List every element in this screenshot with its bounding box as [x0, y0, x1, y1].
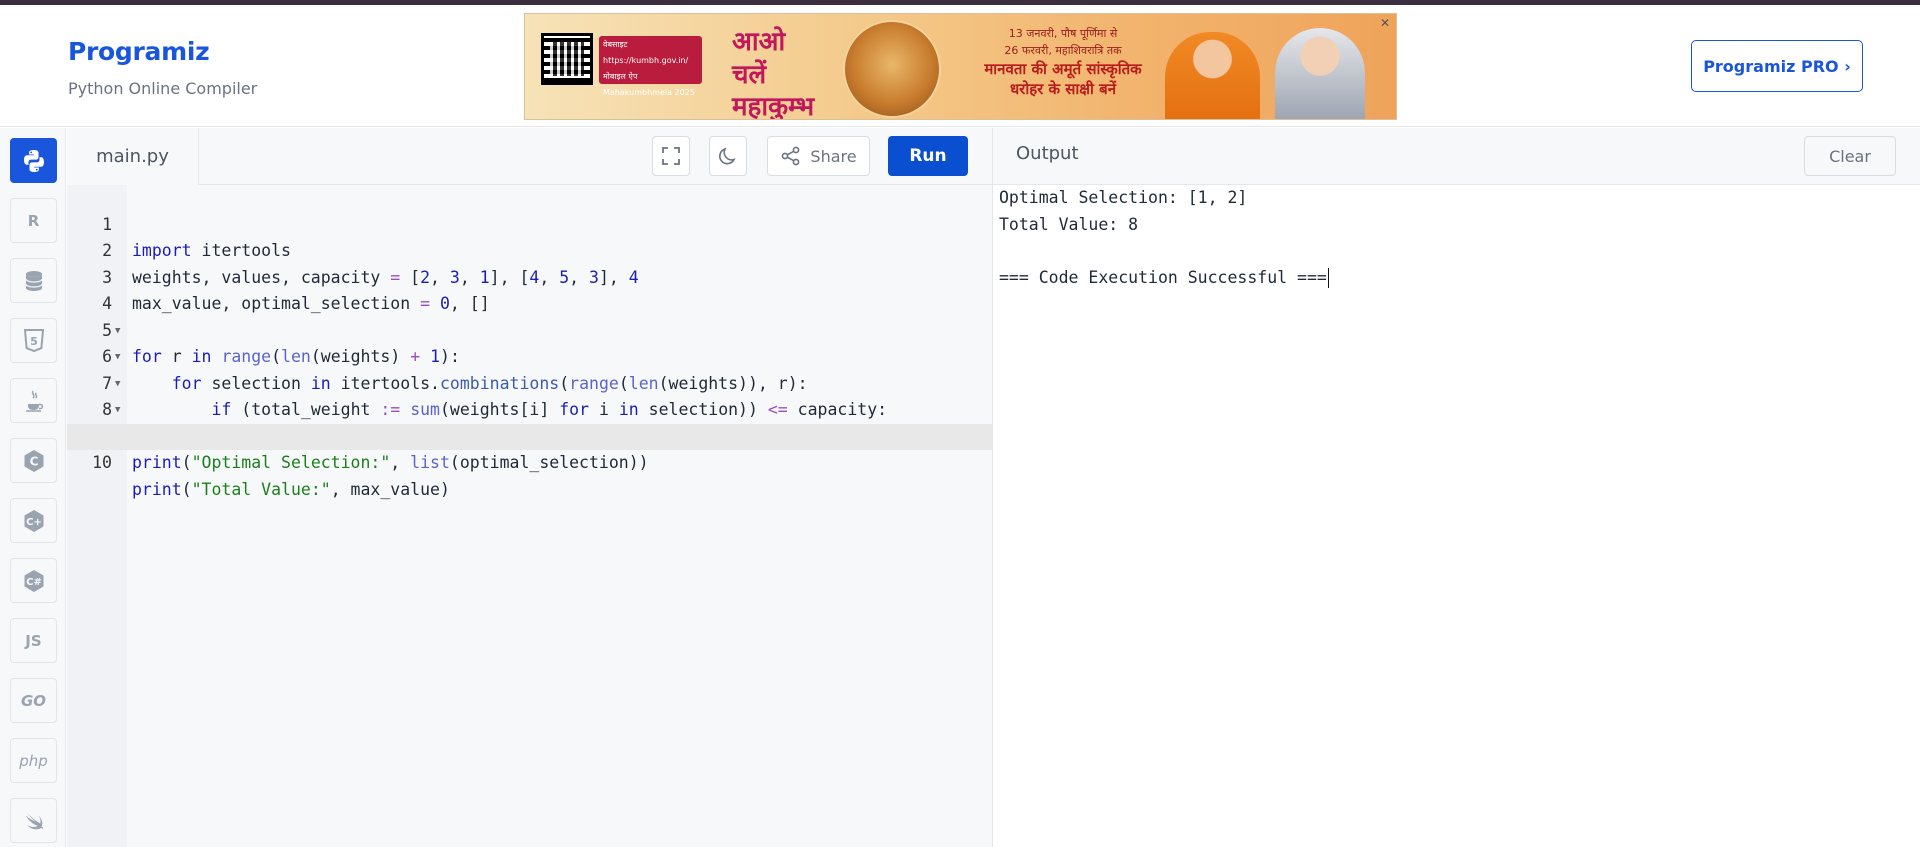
ad-person-photo	[1275, 28, 1365, 119]
sidebar-item-php[interactable]: php	[10, 738, 57, 783]
html5-icon: 5	[23, 328, 44, 352]
output-line: Optimal Selection: [1, 2]	[999, 188, 1248, 207]
code-line[interactable]: 7 ▼ if (total_val := sum(values[i] for i…	[67, 344, 992, 446]
database-icon	[24, 270, 43, 291]
language-sidebar: R 5 C C+ C# JS GO php	[0, 128, 66, 847]
code-line-active[interactable]: 10 print("Total Value:", max_value)	[67, 423, 992, 499]
java-cup-icon	[25, 390, 43, 412]
programiz-pro-button[interactable]: Programiz PRO ›	[1691, 40, 1863, 92]
csharp-hexagon-icon: C#	[24, 569, 43, 592]
text-caret	[1327, 268, 1329, 288]
header: Programiz Python Online Compiler वेबसाइट…	[0, 5, 1920, 127]
output-panel: Output Clear Optimal Selection: [1, 2] T…	[992, 128, 1920, 847]
ad-text-line: मानवता की अमूर्त सांस्कृतिक	[984, 60, 1142, 78]
php-icon: php	[19, 751, 48, 770]
share-button[interactable]: Share	[767, 136, 870, 176]
fullscreen-icon	[662, 147, 680, 165]
ad-title: आओ चलें महाकुम्भ	[732, 27, 815, 120]
output-line-text: === Code Execution Successful ===	[999, 267, 1327, 287]
ad-text-line: 26 फरवरी, महाशिवरात्रि तक	[1004, 43, 1122, 57]
clear-button[interactable]: Clear	[1804, 136, 1896, 176]
sidebar-item-go[interactable]: GO	[10, 678, 57, 723]
ad-box-line: वेबसाइट	[603, 40, 628, 49]
ad-close-icon[interactable]: ✕	[1360, 16, 1390, 36]
r-icon: R	[27, 211, 40, 230]
cpp-hexagon-icon: C+	[24, 509, 43, 532]
sidebar-item-swift[interactable]	[10, 798, 57, 843]
js-icon: JS	[25, 631, 42, 650]
code-line[interactable]: 6 ▼ if (total_weight := sum(weights[i] f…	[67, 318, 992, 419]
editor-toolbar: main.py Share Run	[67, 128, 992, 185]
code-editor-panel: main.py Share Run 1 import itertools 2 w…	[67, 128, 992, 847]
sidebar-item-r[interactable]: R	[10, 198, 57, 243]
qr-code-image	[541, 33, 593, 85]
code-line[interactable]: 9 print("Optimal Selection:", list(optim…	[67, 397, 992, 473]
svg-text:C+: C+	[26, 517, 42, 528]
page-subtitle: Python Online Compiler	[68, 79, 258, 98]
ad-box-line: मोबाइल ऐप	[603, 72, 638, 81]
sidebar-item-javascript[interactable]: JS	[10, 618, 57, 663]
code-line[interactable]: 1 import itertools	[67, 185, 992, 261]
swift-bird-icon	[25, 812, 43, 829]
ad-kumbh-emblem	[843, 20, 941, 118]
sidebar-item-csharp[interactable]: C#	[10, 558, 57, 603]
ad-text-line: धरोहर के साक्षी बनें	[1009, 80, 1117, 99]
code-text: print("Optimal Selection:", list(optimal…	[132, 453, 649, 472]
output-line: === Code Execution Successful ===	[999, 265, 1329, 292]
svg-text:C: C	[29, 454, 38, 468]
sidebar-item-c[interactable]: C	[10, 438, 57, 483]
ad-text-line: 13 जनवरी, पौष पूर्णिमा से	[1008, 27, 1118, 40]
ad-person-photo	[1165, 32, 1260, 119]
ad-box-line: Mahakumbhmela 2025	[603, 88, 695, 97]
svg-text:C#: C#	[26, 577, 42, 588]
dark-mode-button[interactable]	[709, 136, 747, 176]
line-number: 10	[92, 453, 112, 472]
share-icon	[782, 146, 800, 166]
output-line: Total Value: 8	[999, 214, 1139, 234]
ad-box-line: https://kumbh.gov.in/	[603, 56, 689, 65]
code-line[interactable]: 4 ▼ for r in range(len(weights) + 1):	[67, 265, 992, 366]
moon-icon	[719, 147, 736, 165]
run-button[interactable]: Run	[888, 136, 968, 176]
ad-text: 13 जनवरी, पौष पूर्णिमा से 26 फरवरी, महाश…	[953, 26, 1173, 100]
sidebar-item-cpp[interactable]: C+	[10, 498, 57, 543]
sidebar-item-java[interactable]	[10, 378, 57, 423]
python-icon	[23, 149, 44, 172]
sidebar-item-html[interactable]: 5	[10, 318, 57, 363]
programiz-logo[interactable]: Programiz	[68, 37, 210, 66]
output-toolbar: Output Clear	[993, 128, 1920, 185]
sidebar-item-python[interactable]	[10, 138, 57, 183]
code-line[interactable]: 3 max_value, optimal_selection = 0, []	[67, 238, 992, 314]
advertisement-banner[interactable]: वेबसाइट https://kumbh.gov.in/ मोबाइल ऐप …	[524, 13, 1397, 120]
go-icon: GO	[20, 691, 47, 710]
code-line[interactable]: 8 max_value, optimal_selection = total_v…	[67, 371, 992, 446]
fullscreen-button[interactable]	[652, 136, 690, 176]
code-line[interactable]: 2 weights, values, capacity = [2, 3, 1],…	[67, 212, 992, 287]
output-title: Output	[1016, 143, 1079, 164]
sidebar-item-sql[interactable]	[10, 258, 57, 303]
code-text: print("Total Value:", max_value)	[132, 479, 450, 499]
c-hexagon-icon: C	[24, 449, 43, 472]
share-label: Share	[810, 146, 857, 166]
code-line[interactable]: 5 ▼ for selection in itertools.combinati…	[67, 291, 992, 393]
ad-website-box: वेबसाइट https://kumbh.gov.in/ मोबाइल ऐप …	[599, 36, 702, 97]
tab-main-py[interactable]: main.py	[67, 128, 199, 185]
svg-text:5: 5	[30, 335, 38, 348]
